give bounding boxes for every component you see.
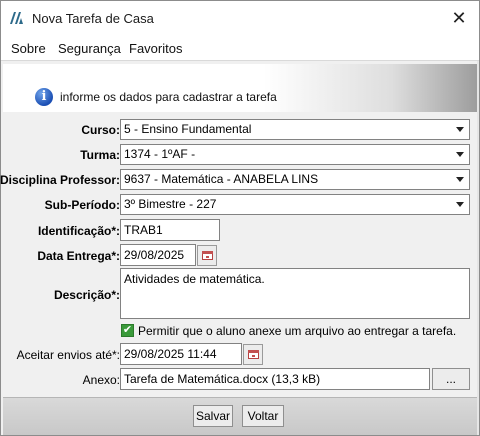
aceitar-envios-calendar-button[interactable]	[243, 344, 263, 365]
aceitar-envios-label: Aceitar envios até*:	[16, 348, 120, 362]
descricao-label: Descrição*:	[53, 288, 120, 302]
calendar-icon	[248, 350, 259, 359]
disciplina-select[interactable]: 9637 - Matemática - ANABELA LINS	[120, 169, 470, 190]
save-button-label: Salvar	[195, 409, 230, 423]
subperiodo-select[interactable]: 3º Bimestre - 227	[120, 194, 470, 215]
chevron-down-icon	[456, 127, 464, 132]
browse-button[interactable]: ...	[432, 368, 470, 390]
turma-label: Turma:	[80, 148, 120, 162]
task-form: Curso: 5 - Ensino Fundamental Turma: 137…	[0, 114, 477, 396]
subperiodo-label: Sub-Período:	[44, 198, 120, 212]
disciplina-label: Disciplina Professor:	[0, 173, 120, 187]
disciplina-value: 9637 - Matemática - ANABELA LINS	[124, 172, 319, 186]
window-edge	[477, 61, 479, 435]
window-title: Nova Tarefa de Casa	[32, 11, 154, 26]
close-button[interactable]: ✕	[439, 1, 479, 35]
checkmark-icon: ✔	[122, 324, 133, 336]
identificacao-input[interactable]: TRAB1	[120, 219, 220, 241]
close-icon: ✕	[451, 7, 467, 28]
permitir-anexo-label[interactable]: Permitir que o aluno anexe um arquivo ao…	[138, 324, 456, 338]
anexo-input[interactable]: Tarefa de Matemática.docx (13,3 kB)	[120, 368, 430, 390]
aceitar-envios-input[interactable]: 29/08/2025 11:44	[120, 343, 242, 365]
info-banner: i informe os dados para cadastrar a tare…	[3, 64, 477, 112]
turma-select[interactable]: 1374 - 1ºAF -	[120, 144, 470, 165]
turma-value: 1374 - 1ºAF -	[124, 147, 196, 161]
descricao-textarea[interactable]: Atividades de matemática.	[120, 268, 470, 319]
calendar-icon	[202, 251, 213, 260]
menu-item-favoritos[interactable]: Favoritos	[129, 41, 182, 56]
curso-select[interactable]: 5 - Ensino Fundamental	[120, 119, 470, 140]
title-bar: Nova Tarefa de Casa ✕	[1, 1, 479, 35]
menu-bar: Sobre Segurança Favoritos	[1, 35, 479, 61]
info-icon: i	[35, 88, 53, 106]
back-button[interactable]: Voltar	[242, 405, 284, 427]
banner-text: informe os dados para cadastrar a tarefa	[60, 90, 277, 104]
dialog-window: Nova Tarefa de Casa ✕ Sobre Segurança Fa…	[0, 0, 480, 436]
subperiodo-value: 3º Bimestre - 227	[124, 197, 217, 211]
data-entrega-input[interactable]: 29/08/2025	[120, 244, 196, 266]
chevron-down-icon	[456, 152, 464, 157]
chevron-down-icon	[456, 202, 464, 207]
data-entrega-calendar-button[interactable]	[197, 245, 217, 266]
save-button[interactable]: Salvar	[193, 405, 233, 427]
chevron-down-icon	[456, 177, 464, 182]
identificacao-label: Identificação*:	[37, 224, 120, 238]
data-entrega-label: Data Entrega*:	[37, 249, 120, 263]
menu-item-seguranca[interactable]: Segurança	[58, 41, 121, 56]
anexo-label: Anexo:	[82, 373, 120, 387]
menu-item-sobre[interactable]: Sobre	[11, 41, 46, 56]
back-button-label: Voltar	[247, 409, 279, 423]
permitir-anexo-checkbox[interactable]: ✔	[121, 324, 134, 337]
footer-bar: Salvar Voltar	[3, 397, 477, 435]
curso-value: 5 - Ensino Fundamental	[124, 122, 252, 136]
app-logo-icon	[10, 12, 23, 24]
curso-label: Curso:	[81, 123, 120, 137]
